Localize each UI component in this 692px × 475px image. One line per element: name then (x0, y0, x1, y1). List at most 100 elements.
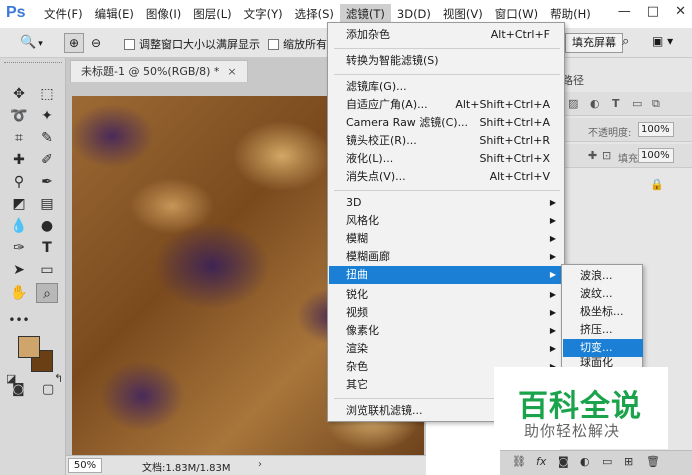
menu-type[interactable]: 文字(Y) (238, 4, 289, 24)
add-mask-icon[interactable]: ◙ (558, 455, 569, 468)
menu-help[interactable]: 帮助(H) (544, 4, 597, 24)
pen-tool-icon[interactable]: ✑ (8, 238, 30, 258)
delete-layer-icon[interactable]: 🗑 (646, 455, 660, 468)
zoom-all-windows-checkbox[interactable]: 缩放所有 (268, 36, 327, 52)
layer-filter-row: ▨ ◐ T ▭ ⧉ (560, 92, 692, 116)
submenu-arrow-icon: ▶ (549, 326, 556, 335)
menu-item-distort[interactable]: 扭曲 ▶ (329, 266, 565, 284)
resize-windows-checkbox[interactable]: 调整窗口大小以满屏显示 (124, 36, 260, 52)
restore-button[interactable]: □ (647, 4, 659, 19)
menu-item-blur-gallery[interactable]: 模糊画廊 ▶ (329, 248, 565, 266)
swap-colors-icon[interactable]: ↰ (54, 372, 63, 385)
menu-item-add-noise[interactable]: 添加杂色 Alt+Ctrl+F (329, 26, 565, 44)
zoom-out-icon[interactable]: ⊖ (86, 33, 106, 53)
lock-artboard-icon[interactable]: ⊡ (602, 149, 611, 162)
gradient-tool-icon[interactable]: ▤ (36, 194, 58, 214)
close-tab-icon[interactable]: × (227, 65, 236, 78)
checkbox-box[interactable] (268, 38, 279, 50)
submenu-item-ripple[interactable]: 波纹... (563, 285, 643, 303)
blur-tool-icon[interactable]: 💧 (8, 216, 30, 236)
menu-item-label: 添加杂色 (346, 28, 390, 41)
more-tools-icon[interactable]: ••• (8, 310, 30, 330)
new-layer-icon[interactable]: ⊞ (624, 455, 633, 468)
quick-mask-icon[interactable]: ◙ (12, 382, 25, 397)
menu-edit[interactable]: 编辑(E) (89, 4, 140, 24)
menu-view[interactable]: 视图(V) (437, 4, 489, 24)
rectangle-tool-icon[interactable]: ▭ (36, 260, 58, 280)
workspace-switcher-icon[interactable]: ▣ ▾ (652, 34, 673, 48)
menu-item-stylize[interactable]: 风格化 ▶ (329, 212, 565, 230)
menu-item-video[interactable]: 视频 ▶ (329, 304, 565, 322)
submenu-arrow-icon: ▶ (549, 216, 556, 225)
menu-select[interactable]: 选择(S) (289, 4, 340, 24)
menu-item-sharpen[interactable]: 锐化 ▶ (329, 286, 565, 304)
submenu-item-polar-coordinates[interactable]: 极坐标... (563, 303, 643, 321)
path-selection-tool-icon[interactable]: ➤ (8, 260, 30, 280)
search-icon[interactable]: ⌕ (622, 34, 629, 49)
filter-adjust-icon[interactable]: ◐ (590, 97, 600, 110)
menu-item-blur[interactable]: 模糊 ▶ (329, 230, 565, 248)
brush-tool-icon[interactable]: ✐ (36, 150, 58, 170)
history-brush-tool-icon[interactable]: ✒ (36, 172, 58, 192)
submenu-item-pinch[interactable]: 挤压... (563, 321, 643, 339)
submenu-item-shear[interactable]: 切变... (563, 339, 643, 357)
magic-wand-tool-icon[interactable]: ✦ (36, 106, 58, 126)
filter-smart-icon[interactable]: ⧉ (652, 97, 660, 111)
clone-stamp-tool-icon[interactable]: ⚲ (8, 172, 30, 192)
filter-menu-dropdown: 添加杂色 Alt+Ctrl+F 转换为智能滤镜(S) 滤镜库(G)... 自适应广… (327, 22, 565, 422)
link-layers-icon[interactable]: ⛓ (512, 455, 526, 468)
zoom-tool-preset-icon[interactable]: 🔍 ▾ (20, 35, 43, 50)
menu-layer[interactable]: 图层(L) (187, 4, 237, 24)
fill-field[interactable]: 100% (638, 148, 674, 163)
lasso-tool-icon[interactable]: ➰ (8, 106, 30, 126)
zoom-in-icon[interactable]: ⊕ (64, 33, 84, 53)
menu-item-3d[interactable]: 3D ▶ (329, 194, 565, 212)
checkbox-box[interactable] (124, 38, 135, 50)
zoom-level-field[interactable]: 50% (68, 458, 102, 473)
menu-filter[interactable]: 滤镜(T) (339, 4, 391, 24)
hand-tool-icon[interactable]: ✋ (8, 283, 30, 303)
new-group-icon[interactable]: ▭ (602, 455, 612, 468)
menu-window[interactable]: 窗口(W) (489, 4, 544, 24)
menu-item-camera-raw[interactable]: Camera Raw 滤镜(C)... Shift+Ctrl+A (329, 114, 565, 132)
type-tool-icon[interactable]: T (36, 238, 58, 258)
menu-item-liquify[interactable]: 液化(L)... Shift+Ctrl+X (329, 150, 565, 168)
filter-image-icon[interactable]: ▨ (568, 97, 578, 110)
menu-item-convert-smart-filters[interactable]: 转换为智能滤镜(S) (329, 52, 565, 70)
paths-tab[interactable]: 路径 (562, 72, 584, 88)
submenu-item-wave[interactable]: 波浪... (563, 267, 643, 285)
toolbox-grip[interactable] (4, 62, 62, 66)
zoom-tool-icon[interactable]: ⌕ (36, 283, 58, 303)
filter-type-icon[interactable]: T (612, 97, 620, 110)
menu-item-pixelate[interactable]: 像素化 ▶ (329, 322, 565, 340)
menu-item-render[interactable]: 渲染 ▶ (329, 340, 565, 358)
healing-brush-tool-icon[interactable]: ✚ (8, 150, 30, 170)
close-button[interactable]: ✕ (675, 4, 686, 19)
fill-screen-button[interactable]: 填充屏幕 (565, 33, 623, 53)
menu-item-adaptive-wide-angle[interactable]: 自适应广角(A)... Alt+Shift+Ctrl+A (329, 96, 565, 114)
menu-file[interactable]: 文件(F) (38, 4, 89, 24)
menu-3d[interactable]: 3D(D) (391, 4, 437, 24)
marquee-tool-icon[interactable]: ⬚ (36, 84, 58, 104)
opacity-field[interactable]: 100% (638, 122, 674, 137)
menu-item-label: 像素化 (346, 324, 379, 337)
lock-pixels-icon[interactable]: ✚ (588, 149, 597, 162)
screen-mode-icon[interactable]: ▢ (42, 382, 54, 397)
adjustment-layer-icon[interactable]: ◐ (580, 455, 590, 468)
menu-image[interactable]: 图像(I) (140, 4, 187, 24)
crop-tool-icon[interactable]: ⌗ (8, 128, 30, 148)
minimize-button[interactable]: — (618, 4, 631, 19)
move-tool-icon[interactable]: ✥ (8, 84, 30, 104)
eyedropper-tool-icon[interactable]: ✎ (36, 128, 58, 148)
document-tab[interactable]: 未标题-1 @ 50%(RGB/8) * × (70, 60, 248, 82)
dodge-tool-icon[interactable]: ● (36, 216, 58, 236)
layer-style-fx-icon[interactable]: fx (536, 455, 546, 468)
menu-item-filter-gallery[interactable]: 滤镜库(G)... (329, 78, 565, 96)
status-menu-arrow-icon[interactable]: › (258, 459, 262, 470)
menu-item-vanishing-point[interactable]: 消失点(V)... Alt+Ctrl+V (329, 168, 565, 186)
menu-item-lens-correction[interactable]: 镜头校正(R)... Shift+Ctrl+R (329, 132, 565, 150)
filter-shape-icon[interactable]: ▭ (632, 97, 642, 110)
menu-item-label: 浏览联机滤镜... (346, 404, 423, 417)
foreground-color-swatch[interactable] (18, 336, 40, 358)
eraser-tool-icon[interactable]: ◩ (8, 194, 30, 214)
